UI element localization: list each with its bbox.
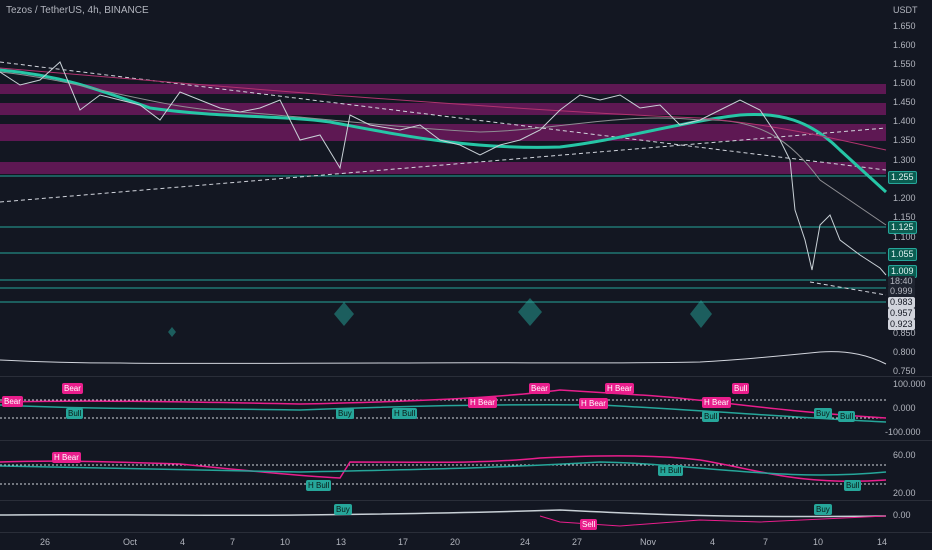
signal-label: H Bear: [605, 383, 634, 394]
time-tick: 7: [763, 537, 769, 547]
price-tick: 1.500: [893, 78, 916, 88]
price-tag: 1.255: [888, 171, 917, 184]
price-tag: 0.999: [888, 286, 915, 297]
signal-label: Buy: [814, 504, 832, 515]
price-tag: 0.983: [888, 297, 915, 308]
pane-separator[interactable]: [0, 376, 932, 377]
time-tick: 24: [520, 537, 531, 547]
time-tick: 10: [813, 537, 824, 547]
volume-profile: [0, 351, 887, 365]
time-tick: 4: [710, 537, 716, 547]
signal-label: H Bull: [392, 408, 418, 419]
oscillator-3: [0, 509, 887, 527]
price-tick: 1.450: [893, 97, 916, 107]
oscillator-2: [0, 455, 887, 485]
osc1-tick: 0.000: [893, 403, 916, 413]
signal-label: H Bull: [306, 480, 332, 491]
time-tick: 17: [398, 537, 409, 547]
price-tag: 1.055: [888, 248, 917, 261]
price-tag: 0.957: [888, 308, 915, 319]
osc1-tick: 100.000: [893, 379, 926, 389]
time-tick: 14: [877, 537, 888, 547]
osc1-tick: -100.000: [885, 427, 921, 437]
time-tick: 10: [280, 537, 291, 547]
price-tick: 1.550: [893, 59, 916, 69]
fast-moving-average: [0, 71, 887, 226]
chart-canvas[interactable]: [0, 0, 932, 550]
time-tick: 4: [180, 537, 186, 547]
chart-title: Tezos / TetherUS, 4h, BINANCE: [6, 5, 149, 16]
signal-label: Sell: [580, 519, 598, 530]
pane-separator[interactable]: [0, 532, 932, 533]
price-tick: 0.750: [893, 366, 916, 376]
time-tick: 27: [572, 537, 583, 547]
signal-label: Bear: [2, 396, 23, 407]
pane-separator[interactable]: [0, 500, 932, 501]
osc2-tick: 20.00: [893, 488, 916, 498]
time-tick: 26: [40, 537, 51, 547]
price-tick: 1.600: [893, 40, 916, 50]
currency-label: USDT: [893, 5, 918, 15]
signal-label: Bear: [529, 383, 550, 394]
price-tick: 1.650: [893, 21, 916, 31]
signal-label: Bull: [702, 411, 720, 422]
signal-label: Bull: [838, 411, 856, 422]
signal-label: Bear: [62, 383, 83, 394]
signal-label: H Bear: [52, 452, 81, 463]
time-tick: Oct: [123, 537, 138, 547]
time-tick: Nov: [640, 537, 657, 547]
signal-label: Bull: [732, 383, 750, 394]
signal-label: H Bear: [702, 397, 731, 408]
oscillator-1: [0, 389, 887, 423]
level-lines: [0, 175, 886, 303]
diamond-markers: [168, 298, 712, 337]
signal-label: Bull: [844, 480, 862, 491]
price-tag: 1.125: [888, 221, 917, 234]
time-tick: 20: [450, 537, 461, 547]
price-tick: 1.300: [893, 155, 916, 165]
signal-label: H Bear: [579, 398, 608, 409]
time-tick: 13: [336, 537, 347, 547]
time-tick: 7: [230, 537, 236, 547]
price-tick: 1.400: [893, 116, 916, 126]
signal-label: Buy: [814, 408, 832, 419]
price-tag: 0.923: [888, 319, 915, 330]
signal-label: H Bear: [468, 397, 497, 408]
pane-separator[interactable]: [0, 440, 932, 441]
signal-label: Buy: [336, 408, 354, 419]
signal-label: Bull: [66, 408, 84, 419]
osc2-tick: 60.00: [893, 450, 916, 460]
price-tick: 0.800: [893, 347, 916, 357]
price-tick: 1.200: [893, 193, 916, 203]
signal-label: Buy: [334, 504, 352, 515]
signal-label: H Bull: [658, 465, 684, 476]
price-tick: 1.350: [893, 135, 916, 145]
osc3-tick: 0.00: [893, 510, 911, 520]
